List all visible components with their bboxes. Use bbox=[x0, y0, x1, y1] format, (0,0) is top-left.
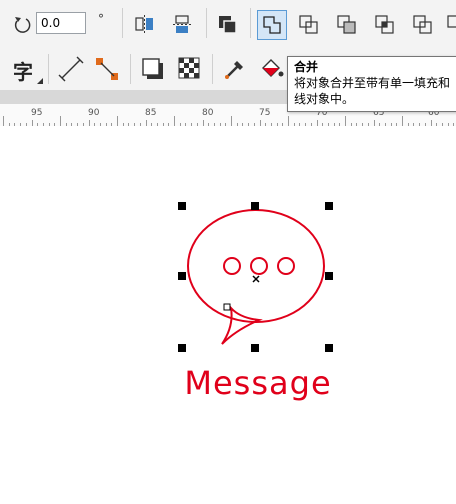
eyedropper-tool-icon[interactable] bbox=[222, 56, 248, 82]
ruler-tick bbox=[3, 116, 4, 126]
selection-handle-right[interactable] bbox=[325, 272, 333, 280]
combine-tooltip: 合并 将对象合并至带有单一填充和线对象中。 bbox=[287, 56, 456, 112]
selection-handle-bottom-left[interactable] bbox=[178, 344, 186, 352]
bubble-dot-2 bbox=[250, 257, 268, 275]
mirror-horizontal-icon[interactable] bbox=[134, 14, 156, 36]
combine-icon bbox=[263, 16, 281, 34]
ruler-tick bbox=[117, 116, 118, 126]
ruler-tick bbox=[288, 116, 289, 126]
toolbar-separator bbox=[250, 8, 251, 38]
property-bar-top: 0.0 ° bbox=[0, 0, 456, 49]
selection-handle-top-left[interactable] bbox=[178, 202, 186, 210]
simplify-icon[interactable] bbox=[412, 14, 434, 36]
group-objects-icon[interactable] bbox=[217, 14, 239, 36]
ruler-tick bbox=[60, 116, 61, 126]
drawing-canvas[interactable]: Message bbox=[0, 126, 456, 504]
degree-unit: ° bbox=[98, 12, 104, 26]
combine-button[interactable] bbox=[257, 10, 287, 40]
intersect-icon[interactable] bbox=[374, 14, 396, 36]
toolbar-separator bbox=[212, 54, 213, 84]
dimension-tool-icon[interactable] bbox=[58, 56, 84, 82]
drop-shadow-tool-icon[interactable] bbox=[140, 56, 168, 84]
toolbar-separator bbox=[130, 54, 131, 84]
ruler-label: 75 bbox=[259, 108, 271, 118]
ruler-tick bbox=[402, 116, 403, 126]
tooltip-description: 将对象合并至带有单一填充和线对象中。 bbox=[294, 76, 451, 106]
mirror-vertical-icon[interactable] bbox=[172, 14, 194, 36]
selection-handle-left[interactable] bbox=[178, 272, 186, 280]
transparency-tool-icon[interactable] bbox=[178, 57, 202, 81]
selection-handle-top-right[interactable] bbox=[325, 202, 333, 210]
interactive-fill-tool-icon[interactable] bbox=[258, 56, 286, 84]
node-marker[interactable] bbox=[223, 303, 231, 311]
ruler-label: 95 bbox=[31, 108, 43, 118]
message-text[interactable]: Message bbox=[0, 364, 456, 402]
ruler-label: 80 bbox=[202, 108, 214, 118]
bubble-tail[interactable] bbox=[221, 304, 263, 345]
front-minus-back-icon[interactable] bbox=[446, 14, 456, 36]
ruler-label: 85 bbox=[145, 108, 157, 118]
ruler-tick bbox=[231, 116, 232, 126]
toolbar-separator bbox=[48, 54, 49, 84]
selection-handle-bottom-right[interactable] bbox=[325, 344, 333, 352]
selection-handle-top[interactable] bbox=[251, 202, 259, 210]
toolbar-separator bbox=[206, 8, 207, 38]
toolbar-separator bbox=[122, 8, 123, 38]
ruler-tick bbox=[345, 116, 346, 126]
bubble-outline[interactable] bbox=[187, 209, 325, 323]
tooltip-title: 合并 bbox=[294, 60, 319, 74]
rotate-icon[interactable] bbox=[12, 14, 32, 34]
ruler-tick bbox=[174, 116, 175, 126]
bubble-dot-3 bbox=[277, 257, 295, 275]
speech-bubble-drawing[interactable] bbox=[0, 126, 456, 504]
text-tool-button[interactable]: 字 bbox=[13, 56, 33, 85]
weld-icon[interactable] bbox=[298, 14, 320, 36]
center-x-marker[interactable] bbox=[252, 275, 260, 283]
rotation-angle-input[interactable]: 0.0 bbox=[36, 12, 86, 34]
bubble-dot-1 bbox=[223, 257, 241, 275]
selection-handle-bottom[interactable] bbox=[251, 344, 259, 352]
flyout-arrow-icon bbox=[37, 78, 43, 84]
trim-icon[interactable] bbox=[336, 14, 358, 36]
ruler-label: 90 bbox=[88, 108, 100, 118]
connector-tool-icon[interactable] bbox=[94, 56, 122, 84]
